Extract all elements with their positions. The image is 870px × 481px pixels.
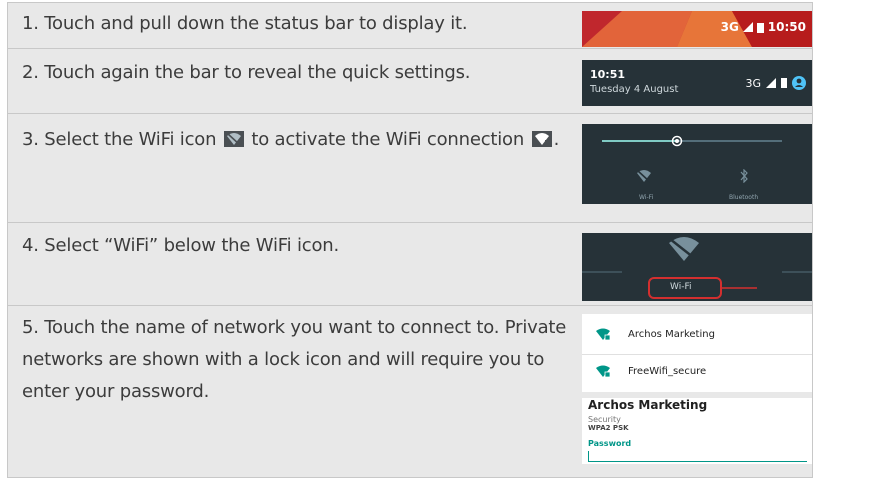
status-bar[interactable]: 3G 10:50 — [721, 20, 806, 34]
security-label: Security — [588, 415, 621, 424]
network-type: 3G — [745, 76, 761, 90]
step-row-4: 4. Select “WiFi” below the WiFi icon. Wi… — [7, 222, 813, 306]
network-item-2[interactable]: FreeWifi_secure — [582, 355, 812, 391]
network-item-1[interactable]: Archos Marketing — [582, 318, 812, 355]
wifi-lock-icon — [596, 365, 610, 377]
account-icon[interactable] — [792, 76, 806, 90]
step-1-text: 1. Touch and pull down the status bar to… — [22, 13, 468, 34]
network-name: Archos Marketing — [628, 329, 715, 340]
battery-icon — [756, 22, 764, 33]
password-label: Password — [588, 439, 632, 448]
wifi-label[interactable]: Wi-Fi — [639, 194, 653, 201]
step-row-3: 3. Select the WiFi icon to activate the … — [7, 113, 813, 223]
step-row-5: 5. Touch the name of network you want to… — [7, 305, 813, 478]
status-bar-screenshot: 3G 10:50 — [582, 11, 812, 47]
battery-icon — [781, 78, 787, 88]
wifi-networks-screenshot: Archos Marketing FreeWifi_secure Archos … — [582, 314, 812, 464]
wifi-tile-screenshot: Wi-Fi — [582, 233, 812, 301]
network-name: FreeWifi_secure — [628, 366, 707, 377]
wifi-tile — [582, 237, 812, 299]
status-time: 10:50 — [767, 20, 806, 34]
wifi-label[interactable]: Wi-Fi — [670, 282, 691, 292]
brightness-slider[interactable] — [582, 124, 812, 164]
wifi-on-icon — [531, 131, 552, 147]
dialog-title: Archos Marketing — [588, 398, 708, 412]
header-status[interactable]: 3G — [745, 76, 806, 90]
security-value: WPA2 PSK — [588, 424, 629, 432]
signal-icon — [766, 78, 776, 88]
wifi-off-icon[interactable] — [636, 169, 652, 183]
notification-header-screenshot: 10:51 Tuesday 4 August 3G — [582, 60, 812, 106]
step-2-text: 2. Touch again the bar to reveal the qui… — [22, 62, 471, 83]
step-5-text: 5. Touch the name of network you want to… — [22, 317, 567, 402]
bluetooth-label[interactable]: Bluetooth — [729, 194, 758, 201]
bluetooth-icon[interactable] — [739, 169, 749, 183]
step-4-text: 4. Select “WiFi” below the WiFi icon. — [22, 235, 339, 256]
wifi-off-icon — [223, 131, 244, 147]
step-3-text-after: . — [553, 129, 560, 150]
step-3-text-before: 3. Select the WiFi icon — [22, 129, 217, 150]
header-time: 10:51 — [590, 68, 626, 81]
wifi-lock-icon — [596, 328, 610, 340]
signal-icon — [742, 22, 753, 32]
quick-settings-screenshot: Wi-Fi Bluetooth — [582, 124, 812, 204]
step-row-1: 1. Touch and pull down the status bar to… — [7, 2, 813, 49]
step-3-text: 3. Select the WiFi icon to activate the … — [22, 124, 577, 156]
header-date: Tuesday 4 August — [590, 84, 679, 95]
step-row-2: 2. Touch again the bar to reveal the qui… — [7, 48, 813, 114]
password-input[interactable] — [588, 451, 807, 462]
step-3-text-middle: to activate the WiFi connection — [251, 129, 525, 150]
network-type: 3G — [720, 20, 739, 34]
